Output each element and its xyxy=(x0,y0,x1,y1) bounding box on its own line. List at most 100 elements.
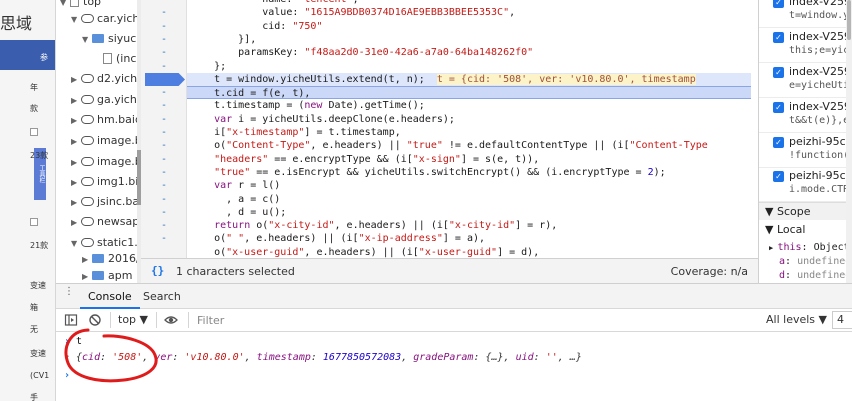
file-tree-item[interactable]: ▶ ga.yiche xyxy=(71,90,140,111)
code-line[interactable]: t.timestamp = (new Date).getTime(); xyxy=(187,99,751,112)
call-stack-frame[interactable]: ✓ index-V259.m this;e=yiche xyxy=(759,29,852,63)
expand-down-icon[interactable]: ▼ xyxy=(71,234,81,254)
line-number[interactable]: - xyxy=(141,219,186,232)
scope-section-header[interactable]: ▼ Scope xyxy=(759,202,852,220)
line-number[interactable]: - xyxy=(141,20,186,33)
checkbox-checked-icon[interactable]: ✓ xyxy=(773,137,784,148)
call-stack-frame[interactable]: ✓ peizhi-95ca19 i.mode.CTRC xyxy=(759,168,852,202)
call-stack-frame[interactable]: ✓ peizhi-95ca19 !function(t) xyxy=(759,134,852,168)
expand-right-icon[interactable]: ▶ xyxy=(71,173,81,193)
file-tree-item[interactable]: ▶ image.b xyxy=(71,152,140,173)
file-tree-item[interactable]: ▼ siyuci xyxy=(82,29,139,49)
call-stack-frame[interactable]: ✓ index-V259.m t&&t(e)},e.i xyxy=(759,99,852,133)
expand-right-icon[interactable]: ▶ xyxy=(71,132,81,152)
code-line[interactable]: i["x-timestamp"] = t.timestamp, xyxy=(187,126,751,139)
file-tree-item[interactable]: ▶ hm.baidu xyxy=(71,110,140,131)
code-line[interactable]: t.cid = f(e, t), xyxy=(187,86,751,100)
clear-console-icon[interactable] xyxy=(88,313,102,327)
line-number[interactable]: - xyxy=(141,206,186,219)
toggle-sidebar-icon[interactable] xyxy=(64,313,78,327)
expand-right-icon[interactable]: ▶ xyxy=(71,153,81,173)
expand-down-icon[interactable]: ▼ xyxy=(60,0,70,13)
drawer-menu-icon[interactable]: ⋮ xyxy=(64,287,74,297)
expand-right-icon[interactable]: ▶ xyxy=(65,352,69,360)
expand-down-icon[interactable]: ▼ xyxy=(71,10,81,30)
line-number-gutter[interactable]: ------------------ xyxy=(141,0,187,258)
console-filter-input[interactable]: Filter xyxy=(197,314,224,327)
code-line[interactable]: cid: "750" xyxy=(187,20,751,33)
scrollbar-thumb[interactable] xyxy=(847,0,851,40)
line-number[interactable]: - xyxy=(141,99,186,112)
file-tree-item[interactable]: ▶ d2.yiche xyxy=(71,69,140,90)
line-number[interactable]: - xyxy=(141,153,186,166)
code-line[interactable]: var r = l() xyxy=(187,179,751,192)
local-scope-header[interactable]: ▼ Local xyxy=(759,221,852,239)
line-number[interactable]: - xyxy=(141,113,186,126)
expand-right-icon[interactable]: ▶ xyxy=(71,193,81,213)
breakpoint-marker[interactable] xyxy=(145,73,185,86)
file-tree-item[interactable]: ▶ image.b xyxy=(71,131,140,152)
code-line[interactable]: o("x-user-guid", e.headers) || (i["x-use… xyxy=(187,246,751,258)
call-stack-frame[interactable]: ✓ index-V259.m t=window.yic xyxy=(759,0,852,28)
code-line[interactable]: var i = yicheUtils.deepClone(e.headers); xyxy=(187,113,751,126)
sidebar-scrollbar[interactable] xyxy=(846,0,852,283)
file-tree-item[interactable]: (inc xyxy=(93,49,136,69)
line-number[interactable]: - xyxy=(141,6,186,19)
file-tree-item[interactable]: ▼ car.yiche xyxy=(71,9,140,30)
checkbox-checked-icon[interactable]: ✓ xyxy=(773,171,784,182)
pretty-print-button[interactable]: {} xyxy=(151,264,164,277)
code-line[interactable]: o("Content-Type", e.headers) || "true" !… xyxy=(187,139,751,152)
line-number[interactable]: - xyxy=(141,126,186,139)
page-checkbox[interactable] xyxy=(30,128,38,136)
line-number[interactable]: - xyxy=(141,46,186,59)
line-number[interactable]: - xyxy=(141,179,186,192)
expand-right-icon[interactable]: ▶ xyxy=(71,70,81,90)
checkbox-checked-icon[interactable]: ✓ xyxy=(773,102,784,113)
checkbox-checked-icon[interactable]: ✓ xyxy=(773,0,784,8)
code-line[interactable]: value: "1615A9BDB0374D16AE9EBB3BBEE5353C… xyxy=(187,6,751,19)
code-line[interactable]: "headers" == e.encryptType && (i["x-sign… xyxy=(187,153,751,166)
sources-file-tree[interactable]: ▼top▼car.yiche▼siyuci(inc▶d2.yiche▶ga.yi… xyxy=(56,0,141,283)
file-tree-item[interactable]: ▶ apm xyxy=(82,266,132,283)
line-number[interactable]: - xyxy=(141,0,186,6)
tab-console[interactable]: Console xyxy=(80,284,140,309)
call-stack-frame[interactable]: ✓ index-V259.m e=yicheUtils xyxy=(759,64,852,98)
code-line[interactable]: }], xyxy=(187,33,751,46)
line-number[interactable]: - xyxy=(141,193,186,206)
code-line[interactable]: o(" ", e.headers) || (i["x-ip-address"] … xyxy=(187,232,751,245)
expand-right-icon[interactable]: ▶ xyxy=(82,267,92,283)
code-line[interactable]: , a = c() xyxy=(187,193,751,206)
context-selector[interactable]: top ▼ xyxy=(118,313,148,326)
tab-search[interactable]: Search xyxy=(135,284,189,309)
scope-variable[interactable]: d: undefined xyxy=(759,268,852,283)
code-line[interactable]: name: "tencent", xyxy=(187,0,751,6)
line-number[interactable]: - xyxy=(141,33,186,46)
expand-down-icon[interactable]: ▼ xyxy=(82,30,92,50)
checkbox-checked-icon[interactable]: ✓ xyxy=(773,32,784,43)
scope-variable[interactable]: ▶ this: Object xyxy=(759,240,852,255)
console-result-object[interactable]: {cid: '508', ver: 'v10.80.0', timestamp:… xyxy=(76,352,582,363)
line-number[interactable]: - xyxy=(141,232,186,245)
scope-variable[interactable]: a: undefined xyxy=(759,254,852,269)
file-tree-item[interactable]: ▶ jsinc.ba xyxy=(71,192,139,212)
code-line[interactable]: paramsKey: "f48aa2d0-31e0-42a6-a7a0-64ba… xyxy=(187,46,751,59)
code-line[interactable]: }; xyxy=(187,60,751,73)
code-editor[interactable]: name: "tencent", value: "1615A9BDB0374D1… xyxy=(187,0,751,258)
page-checkbox[interactable] xyxy=(30,218,38,226)
expand-right-icon[interactable]: ▶ xyxy=(71,213,81,233)
checkbox-checked-icon[interactable]: ✓ xyxy=(773,67,784,78)
code-line[interactable]: "true" == e.isEncrypt && yicheUtils.swit… xyxy=(187,166,751,179)
line-number[interactable]: - xyxy=(141,60,186,73)
code-line[interactable]: , d = u(); xyxy=(187,206,751,219)
expand-right-icon[interactable]: ▶ xyxy=(71,111,81,131)
log-levels-dropdown[interactable]: All levels ▼ xyxy=(766,313,827,326)
line-number[interactable]: - xyxy=(141,86,186,99)
code-line[interactable]: return o("x-city-id", e.headers) || (i["… xyxy=(187,219,751,232)
live-expression-eye-icon[interactable] xyxy=(164,313,178,327)
page-tab-label[interactable]: 参 xyxy=(40,52,48,63)
console-output[interactable]: › t ▶ {cid: '508', ver: 'v10.80.0', time… xyxy=(56,332,852,401)
expand-right-icon[interactable]: ▶ xyxy=(71,91,81,111)
file-tree-item[interactable]: ▶ img1.bi xyxy=(71,172,138,192)
line-number[interactable]: - xyxy=(141,166,186,179)
issues-counter[interactable]: 4 xyxy=(832,311,852,329)
